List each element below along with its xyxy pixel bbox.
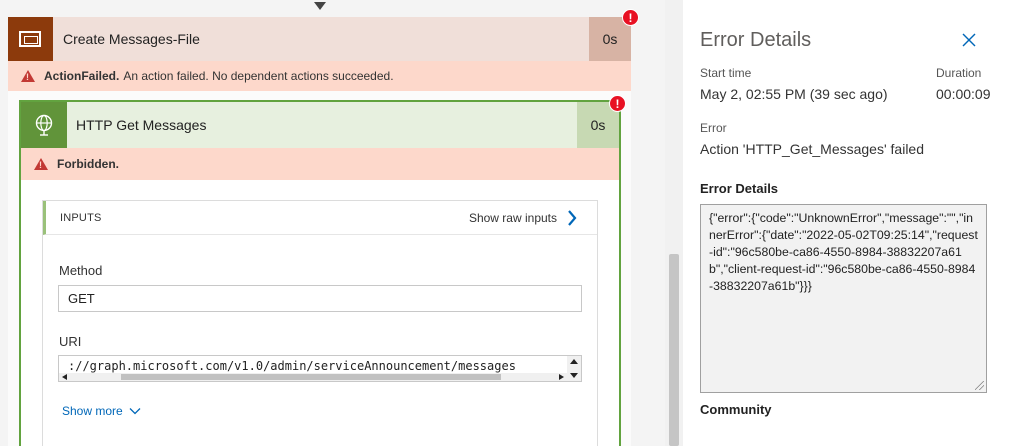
flow-arrow-icon (314, 2, 326, 10)
community-heading: Community (700, 402, 772, 417)
warning-triangle-icon (21, 70, 35, 82)
http-error-code: Forbidden. (57, 157, 119, 171)
method-label: Method (59, 263, 103, 278)
show-more-link[interactable]: Show more (62, 404, 141, 418)
chevron-right-icon[interactable] (567, 210, 577, 226)
scope-error-code: ActionFailed. (44, 69, 120, 83)
inputs-section-label: INPUTS (60, 212, 102, 224)
scope-error-banner: ActionFailed. An action failed. No depen… (8, 61, 631, 91)
globe-icon (21, 102, 67, 148)
http-action-card: HTTP Get Messages 0s Forbidden. INPUTS S… (19, 100, 621, 446)
scope-action-header[interactable]: Create Messages-File 0s (8, 17, 631, 61)
inputs-header: INPUTS Show raw inputs (43, 201, 597, 235)
chevron-down-icon (129, 408, 141, 415)
error-details-heading: Error Details (700, 181, 779, 196)
error-value: Action 'HTTP_Get_Messages' failed (700, 141, 924, 157)
start-time-value: May 2, 02:55 PM (39 sec ago) (700, 86, 888, 102)
error-details-pane: Error Details Start time May 2, 02:55 PM… (683, 0, 1009, 446)
uri-horizontal-scrollbar[interactable] (59, 373, 567, 381)
scope-error-message: An action failed. No dependent actions s… (123, 69, 394, 83)
duration-value: 00:00:09 (936, 86, 991, 102)
http-action-header[interactable]: HTTP Get Messages 0s (21, 102, 619, 148)
canvas-scrollbar[interactable] (665, 0, 683, 446)
error-details-text: {"error":{"code":"UnknownError","message… (709, 211, 978, 293)
designer-canvas: Create Messages-File 0s ! ActionFailed. … (0, 0, 665, 446)
uri-vertical-scrollbar[interactable] (567, 356, 581, 381)
method-field[interactable]: GET (58, 285, 582, 312)
show-raw-inputs-link[interactable]: Show raw inputs (469, 211, 557, 225)
scope-action-title: Create Messages-File (63, 31, 200, 47)
resize-grip-icon[interactable] (975, 381, 984, 390)
canvas-scroll-thumb[interactable] (669, 254, 679, 446)
http-error-banner: Forbidden. (21, 148, 619, 180)
close-icon[interactable] (959, 30, 979, 50)
scope-frame-icon (8, 17, 53, 61)
http-error-badge: ! (609, 95, 626, 112)
http-action-title: HTTP Get Messages (76, 117, 207, 133)
details-title: Error Details (700, 29, 812, 51)
start-time-label: Start time (700, 66, 752, 80)
uri-label: URI (59, 334, 82, 349)
scope-error-badge: ! (622, 9, 639, 26)
uri-scroll-thumb[interactable] (121, 374, 501, 380)
show-more-label: Show more (62, 404, 123, 418)
uri-value: ://graph.microsoft.com/v1.0/admin/servic… (68, 359, 516, 373)
duration-label: Duration (936, 66, 982, 80)
warning-triangle-icon (34, 158, 48, 170)
uri-field[interactable]: ://graph.microsoft.com/v1.0/admin/servic… (58, 355, 582, 382)
error-label: Error (700, 121, 727, 135)
error-details-textarea[interactable]: {"error":{"code":"UnknownError","message… (700, 204, 987, 393)
inputs-panel: INPUTS Show raw inputs Method GET URI :/… (42, 200, 598, 446)
